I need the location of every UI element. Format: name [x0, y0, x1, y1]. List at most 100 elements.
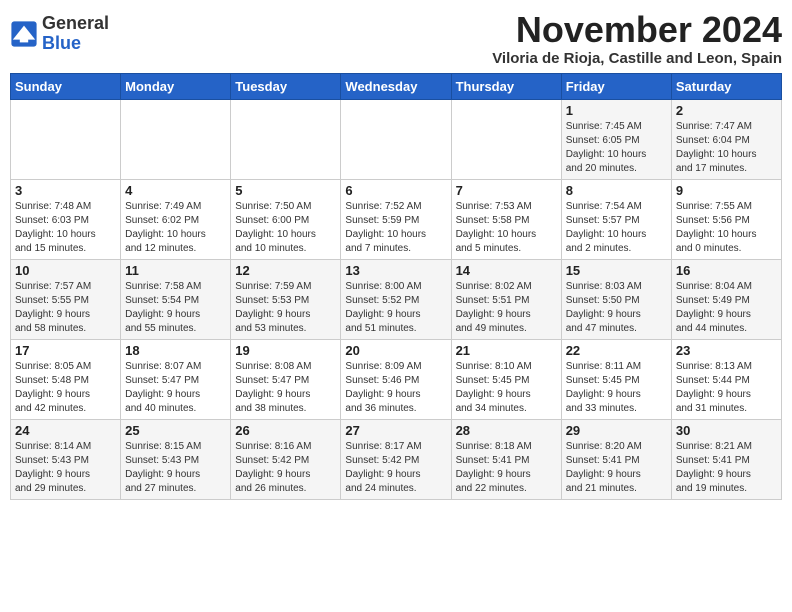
- day-info: Sunrise: 8:10 AM Sunset: 5:45 PM Dayligh…: [456, 360, 557, 416]
- day-number: 8: [566, 183, 667, 198]
- calendar-cell: 27Sunrise: 8:17 AM Sunset: 5:42 PM Dayli…: [341, 419, 451, 499]
- day-number: 1: [566, 103, 667, 118]
- calendar-cell: [121, 99, 231, 179]
- day-info: Sunrise: 7:53 AM Sunset: 5:58 PM Dayligh…: [456, 200, 557, 256]
- calendar-cell: [231, 99, 341, 179]
- calendar-cell: 12 Sunrise: 7:59 AM Sunset: 5:53 PM Dayli…: [231, 259, 341, 339]
- day-info: Sunrise: 8:08 AM Sunset: 5:47 PM Dayligh…: [235, 360, 336, 416]
- calendar-cell: 10 Sunrise: 7:57 AM Sunset: 5:55 PM Dayli…: [11, 259, 121, 339]
- day-info: Sunrise: 8:04 AM Sunset: 5:49 PM Dayligh…: [676, 280, 777, 336]
- day-info: Sunrise: 8:05 AM Sunset: 5:48 PM Dayligh…: [15, 360, 116, 416]
- day-info: Sunrise: 8:17 AM Sunset: 5:42 PM Dayligh…: [345, 440, 446, 496]
- calendar-cell: 9 Sunrise: 7:55 AM Sunset: 5:56 PM Daylig…: [671, 179, 781, 259]
- day-number: 12: [235, 263, 336, 278]
- day-info: Sunrise: 7:47 AM Sunset: 6:04 PM Dayligh…: [676, 120, 777, 176]
- day-info: Sunrise: 7:58 AM Sunset: 5:54 PM Dayligh…: [125, 280, 226, 336]
- day-info: Sunrise: 7:55 AM Sunset: 5:56 PM Dayligh…: [676, 200, 777, 256]
- calendar-cell: 19 Sunrise: 8:08 AM Sunset: 5:47 PM Dayli…: [231, 339, 341, 419]
- calendar-cell: 5 Sunrise: 7:50 AM Sunset: 6:00 PM Daylig…: [231, 179, 341, 259]
- calendar-cell: [11, 99, 121, 179]
- calendar-cell: 1Sunrise: 7:45 AM Sunset: 6:05 PM Daylig…: [561, 99, 671, 179]
- day-info: Sunrise: 8:14 AM Sunset: 5:43 PM Dayligh…: [15, 440, 116, 496]
- day-number: 3: [15, 183, 116, 198]
- weekday-header-monday: Monday: [121, 73, 231, 99]
- day-info: Sunrise: 8:16 AM Sunset: 5:42 PM Dayligh…: [235, 440, 336, 496]
- day-number: 9: [676, 183, 777, 198]
- logo: General Blue: [10, 14, 109, 54]
- day-number: 14: [456, 263, 557, 278]
- day-number: 5: [235, 183, 336, 198]
- day-number: 17: [15, 343, 116, 358]
- day-info: Sunrise: 8:03 AM Sunset: 5:50 PM Dayligh…: [566, 280, 667, 336]
- calendar-cell: 13 Sunrise: 8:00 AM Sunset: 5:52 PM Dayli…: [341, 259, 451, 339]
- logo-general-text: General: [42, 13, 109, 33]
- day-number: 20: [345, 343, 446, 358]
- day-info: Sunrise: 8:09 AM Sunset: 5:46 PM Dayligh…: [345, 360, 446, 416]
- location-title: Viloria de Rioja, Castille and Leon, Spa…: [492, 50, 782, 67]
- day-number: 22: [566, 343, 667, 358]
- day-info: Sunrise: 8:07 AM Sunset: 5:47 PM Dayligh…: [125, 360, 226, 416]
- calendar-cell: 30 Sunrise: 8:21 AM Sunset: 5:41 PM Dayli…: [671, 419, 781, 499]
- weekday-header-wednesday: Wednesday: [341, 73, 451, 99]
- calendar-cell: 26Sunrise: 8:16 AM Sunset: 5:42 PM Dayli…: [231, 419, 341, 499]
- day-number: 7: [456, 183, 557, 198]
- calendar-cell: 24 Sunrise: 8:14 AM Sunset: 5:43 PM Dayli…: [11, 419, 121, 499]
- calendar-cell: 22 Sunrise: 8:11 AM Sunset: 5:45 PM Dayli…: [561, 339, 671, 419]
- day-info: Sunrise: 7:59 AM Sunset: 5:53 PM Dayligh…: [235, 280, 336, 336]
- weekday-header-saturday: Saturday: [671, 73, 781, 99]
- weekday-header-row: SundayMondayTuesdayWednesdayThursdayFrid…: [11, 73, 782, 99]
- calendar-week-row: 24 Sunrise: 8:14 AM Sunset: 5:43 PM Dayli…: [11, 419, 782, 499]
- day-info: Sunrise: 8:11 AM Sunset: 5:45 PM Dayligh…: [566, 360, 667, 416]
- day-number: 21: [456, 343, 557, 358]
- calendar-cell: 21 Sunrise: 8:10 AM Sunset: 5:45 PM Dayli…: [451, 339, 561, 419]
- day-number: 4: [125, 183, 226, 198]
- calendar-cell: 8 Sunrise: 7:54 AM Sunset: 5:57 PM Daylig…: [561, 179, 671, 259]
- month-title: November 2024: [492, 10, 782, 50]
- day-number: 13: [345, 263, 446, 278]
- day-number: 18: [125, 343, 226, 358]
- weekday-header-thursday: Thursday: [451, 73, 561, 99]
- calendar-cell: 17 Sunrise: 8:05 AM Sunset: 5:48 PM Dayli…: [11, 339, 121, 419]
- calendar-week-row: 1Sunrise: 7:45 AM Sunset: 6:05 PM Daylig…: [11, 99, 782, 179]
- day-info: Sunrise: 8:21 AM Sunset: 5:41 PM Dayligh…: [676, 440, 777, 496]
- day-info: Sunrise: 7:50 AM Sunset: 6:00 PM Dayligh…: [235, 200, 336, 256]
- calendar-cell: 4Sunrise: 7:49 AM Sunset: 6:02 PM Daylig…: [121, 179, 231, 259]
- day-info: Sunrise: 8:15 AM Sunset: 5:43 PM Dayligh…: [125, 440, 226, 496]
- calendar-cell: [451, 99, 561, 179]
- day-number: 6: [345, 183, 446, 198]
- day-number: 24: [15, 423, 116, 438]
- day-info: Sunrise: 8:02 AM Sunset: 5:51 PM Dayligh…: [456, 280, 557, 336]
- day-number: 25: [125, 423, 226, 438]
- day-info: Sunrise: 7:52 AM Sunset: 5:59 PM Dayligh…: [345, 200, 446, 256]
- day-number: 2: [676, 103, 777, 118]
- day-number: 28: [456, 423, 557, 438]
- weekday-header-sunday: Sunday: [11, 73, 121, 99]
- calendar-cell: 28 Sunrise: 8:18 AM Sunset: 5:41 PM Dayli…: [451, 419, 561, 499]
- calendar-cell: 6 Sunrise: 7:52 AM Sunset: 5:59 PM Daylig…: [341, 179, 451, 259]
- day-info: Sunrise: 7:57 AM Sunset: 5:55 PM Dayligh…: [15, 280, 116, 336]
- weekday-header-tuesday: Tuesday: [231, 73, 341, 99]
- calendar-cell: 15Sunrise: 8:03 AM Sunset: 5:50 PM Dayli…: [561, 259, 671, 339]
- calendar-cell: [341, 99, 451, 179]
- calendar-cell: 3 Sunrise: 7:48 AM Sunset: 6:03 PM Daylig…: [11, 179, 121, 259]
- day-number: 30: [676, 423, 777, 438]
- day-info: Sunrise: 7:48 AM Sunset: 6:03 PM Dayligh…: [15, 200, 116, 256]
- calendar-cell: 2 Sunrise: 7:47 AM Sunset: 6:04 PM Daylig…: [671, 99, 781, 179]
- day-number: 10: [15, 263, 116, 278]
- logo-blue-text: Blue: [42, 33, 81, 53]
- weekday-header-friday: Friday: [561, 73, 671, 99]
- day-info: Sunrise: 7:54 AM Sunset: 5:57 PM Dayligh…: [566, 200, 667, 256]
- logo-icon: [10, 20, 38, 48]
- calendar-cell: 11 Sunrise: 7:58 AM Sunset: 5:54 PM Dayli…: [121, 259, 231, 339]
- day-info: Sunrise: 8:00 AM Sunset: 5:52 PM Dayligh…: [345, 280, 446, 336]
- day-number: 16: [676, 263, 777, 278]
- day-number: 11: [125, 263, 226, 278]
- calendar-week-row: 10 Sunrise: 7:57 AM Sunset: 5:55 PM Dayli…: [11, 259, 782, 339]
- calendar-cell: 20 Sunrise: 8:09 AM Sunset: 5:46 PM Dayli…: [341, 339, 451, 419]
- day-number: 29: [566, 423, 667, 438]
- day-info: Sunrise: 8:18 AM Sunset: 5:41 PM Dayligh…: [456, 440, 557, 496]
- day-number: 19: [235, 343, 336, 358]
- page-header: General Blue November 2024 Viloria de Ri…: [10, 10, 782, 67]
- calendar-week-row: 17 Sunrise: 8:05 AM Sunset: 5:48 PM Dayli…: [11, 339, 782, 419]
- day-number: 23: [676, 343, 777, 358]
